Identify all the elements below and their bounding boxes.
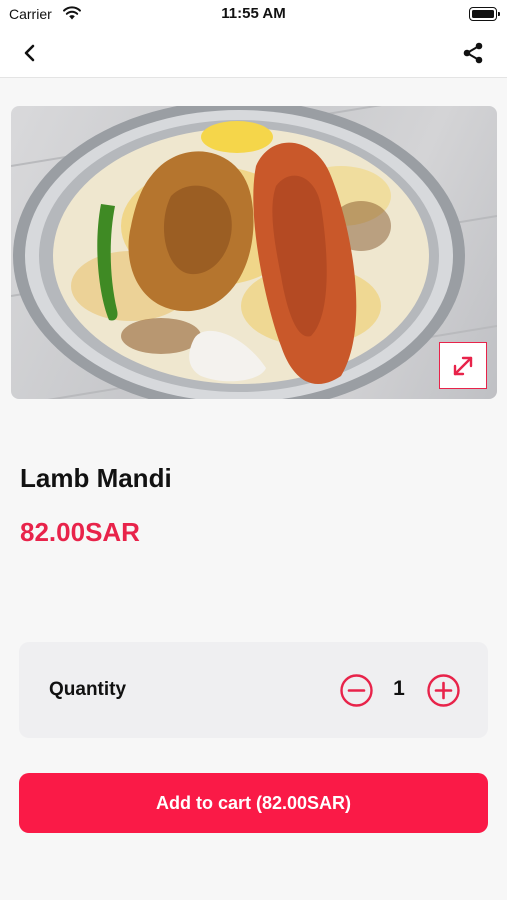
product-image <box>11 106 497 399</box>
product-name: Lamb Mandi <box>20 463 172 493</box>
battery-icon <box>469 7 500 21</box>
share-button[interactable] <box>457 38 489 68</box>
minus-circle-icon[interactable] <box>340 674 373 707</box>
status-time: 11:55 AM <box>221 5 286 22</box>
share-icon <box>463 42 483 64</box>
chevron-left-icon <box>24 44 35 62</box>
quantity-card: Quantity 1 <box>19 642 488 738</box>
nav-bar <box>0 28 507 78</box>
add-to-cart-button[interactable]: Add to cart (82.00SAR) <box>19 773 488 833</box>
add-to-cart-label: Add to cart (82.00SAR) <box>155 792 352 813</box>
expand-icon <box>453 356 473 375</box>
back-button[interactable] <box>14 38 46 68</box>
plus-circle-icon[interactable] <box>427 674 460 707</box>
status-bar: Carrier 11:55 AM <box>0 0 507 28</box>
expand-image-button[interactable] <box>439 342 487 389</box>
quantity-label: Quantity <box>49 679 127 700</box>
food-photo <box>11 106 497 399</box>
product-price: 82.00SAR <box>20 517 140 547</box>
quantity-value: 1 <box>393 677 405 700</box>
